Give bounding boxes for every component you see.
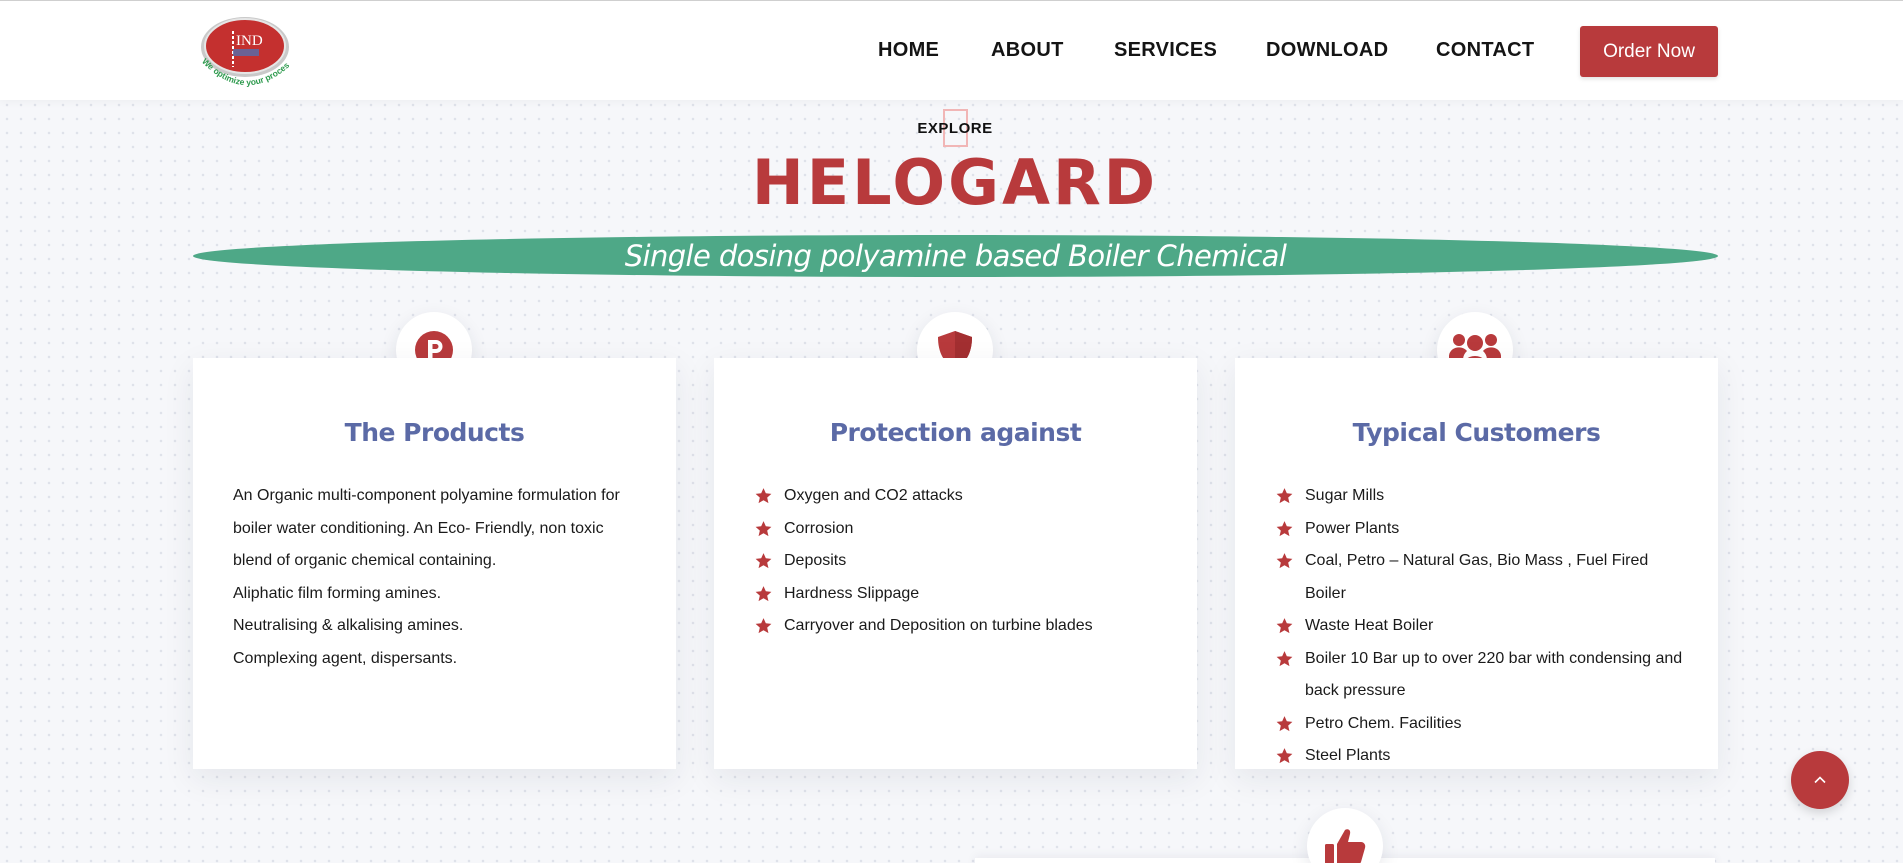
site-header: IND We optimize your process HOME ABOUT … (0, 0, 1903, 100)
page-title: HELOGARD (751, 146, 1159, 219)
card-paragraph: Aliphatic film forming amines. (233, 584, 442, 602)
nav-contact[interactable]: CONTACT (1436, 39, 1534, 62)
star-icon (1276, 520, 1293, 536)
svg-text:IND: IND (236, 33, 263, 49)
card-title: Typical Customers (1352, 418, 1601, 447)
card-customers: Typical Customers Sugar Mills Power Plan… (1235, 358, 1718, 769)
list-item: Power Plants (1275, 513, 1688, 546)
chevron-up-icon (1814, 776, 1826, 784)
star-icon (755, 488, 772, 504)
list-item: Boiler 10 Bar up to over 220 bar with co… (1275, 643, 1688, 708)
list-item: Sugar Mills (1275, 480, 1688, 513)
star-icon (1276, 650, 1293, 666)
list-item: Hardness Slippage (754, 578, 1167, 611)
list-item: Carryover and Deposition on turbine blad… (754, 610, 1167, 643)
star-icon (1276, 618, 1293, 634)
list-item: Oxygen and CO2 attacks (754, 480, 1167, 513)
star-icon (755, 553, 772, 569)
list-item: Petro Chem. Facilities (1275, 708, 1688, 741)
star-icon (755, 520, 772, 536)
star-icon (1276, 553, 1293, 569)
star-icon (1276, 715, 1293, 731)
nav-about[interactable]: ABOUT (991, 39, 1064, 62)
logo[interactable]: IND We optimize your process (191, 5, 297, 89)
card-title: Protection against (829, 418, 1082, 447)
nav-services[interactable]: SERVICES (1114, 39, 1217, 62)
list-item: Steel Plants (1275, 740, 1688, 773)
card-protection: Protection against Oxygen and CO2 attack… (714, 358, 1197, 769)
card-paragraph: Neutralising & alkalising amines. (233, 617, 464, 634)
scroll-to-top-button[interactable] (1791, 751, 1849, 809)
card-paragraph: Complexing agent, dispersants. (233, 649, 458, 667)
card-paragraph: An Organic multi-component polyamine for… (233, 487, 620, 569)
star-icon (1276, 488, 1293, 504)
nav-home[interactable]: HOME (878, 39, 939, 62)
thumbs-up-icon (1307, 808, 1383, 863)
star-icon (1276, 748, 1293, 764)
list-item: Corrosion (754, 513, 1167, 546)
subtitle-text: Single dosing polyamine based Boiler Che… (624, 239, 1287, 273)
customers-list: Sugar Mills Power Plants Coal, Petro – N… (1275, 480, 1688, 773)
subtitle-banner: Single dosing polyamine based Boiler Che… (193, 235, 1718, 277)
nav-download[interactable]: DOWNLOAD (1266, 39, 1388, 62)
list-item: Waste Heat Boiler (1275, 610, 1688, 643)
card-title: The Products (344, 418, 525, 447)
list-item: Deposits (754, 545, 1167, 578)
card-body: An Organic multi-component polyamine for… (233, 480, 646, 675)
protection-list: Oxygen and CO2 attacks Corrosion Deposit… (754, 480, 1167, 643)
list-item: Coal, Petro – Natural Gas, Bio Mass , Fu… (1275, 545, 1688, 610)
star-icon (755, 585, 772, 601)
section-eyebrow: EXPLORE (917, 120, 993, 137)
star-icon (755, 618, 772, 634)
order-now-button[interactable]: Order Now (1580, 26, 1718, 77)
card-products: The Products An Organic multi-component … (193, 358, 676, 769)
